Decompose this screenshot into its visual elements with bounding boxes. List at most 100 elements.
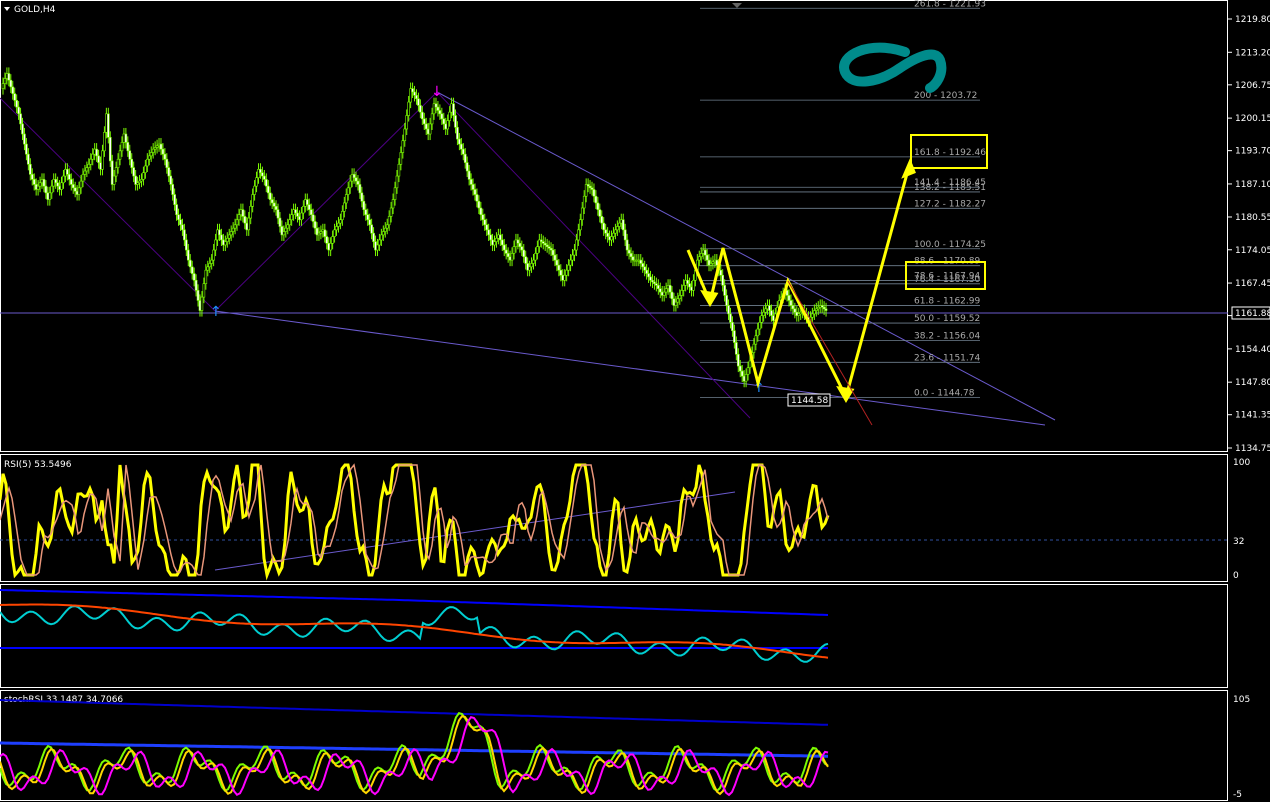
candle-body	[142, 172, 145, 180]
candle-body	[132, 167, 135, 177]
candle-body	[87, 163, 91, 168]
candle-body	[500, 239, 504, 246]
candle-body	[173, 194, 176, 205]
candle-body	[329, 242, 332, 251]
candle-body	[179, 219, 182, 226]
candle-body	[368, 219, 371, 226]
candle-body	[370, 224, 373, 234]
candle-body	[430, 113, 434, 125]
candle-body	[118, 150, 122, 160]
price-axis: 1219.80 1213.20 1206.75 1200.15 1193.70 1187.…	[1228, 15, 1270, 454]
price-tick-label: 1206.75	[1235, 81, 1270, 91]
price-tick-label: 1213.20	[1235, 48, 1270, 58]
candle-body	[247, 217, 251, 231]
candle-body	[458, 138, 461, 145]
candle-body	[530, 263, 533, 268]
candle-body	[183, 229, 186, 241]
candle-body	[697, 256, 701, 261]
candle-body	[791, 305, 795, 310]
candle-body	[446, 120, 449, 130]
candle-body	[36, 185, 40, 190]
candle-body	[510, 253, 514, 261]
candle-body	[337, 222, 340, 227]
candle-body	[362, 200, 366, 210]
dropdown-icon[interactable]	[4, 7, 10, 11]
candle-body	[754, 335, 758, 345]
candle-body	[520, 246, 524, 251]
candle-body	[126, 142, 130, 152]
candle-body	[149, 152, 153, 157]
rsi-title: RSI(5) 53.5496	[4, 460, 72, 470]
price-tick-label: 1193.70	[1235, 147, 1270, 157]
candle-body	[161, 148, 165, 155]
candle-body	[186, 249, 190, 261]
candle-body	[208, 263, 212, 268]
candle-body	[249, 206, 252, 219]
candle-body	[662, 291, 666, 296]
candle-body	[789, 300, 793, 306]
candle-body	[167, 167, 171, 177]
candle-body	[311, 214, 315, 222]
candle-body	[641, 263, 645, 268]
candle-body	[811, 313, 814, 318]
candle-body	[286, 224, 290, 229]
candle-body	[625, 239, 629, 251]
candle-body	[130, 158, 134, 168]
candle-body	[68, 174, 71, 180]
candle-body	[664, 288, 668, 293]
up-arrow-icon: ↑	[210, 304, 222, 320]
candle-body	[397, 163, 401, 177]
candle-body	[237, 214, 241, 221]
candle-body	[366, 214, 370, 221]
candle-body	[89, 158, 93, 165]
candle-body	[768, 305, 771, 311]
panel-frames	[0, 0, 1228, 801]
candle-body	[171, 184, 174, 195]
candle-body	[723, 285, 726, 296]
candle-body	[824, 308, 828, 311]
fib-label: 61.8 - 1162.99	[914, 297, 980, 307]
candle-body	[25, 143, 28, 155]
fib-label: 100.0 - 1174.25	[914, 240, 986, 250]
candle-body	[165, 158, 169, 168]
candle-body	[417, 98, 420, 106]
candle-body	[483, 219, 487, 226]
candle-body	[13, 93, 17, 101]
candle-body	[493, 241, 496, 246]
candle-body	[643, 266, 646, 271]
candle-body	[348, 180, 352, 189]
candle-body	[787, 295, 791, 301]
candle-body	[128, 150, 132, 160]
candle-body	[151, 148, 155, 153]
candle-body	[465, 162, 469, 172]
candle-body	[227, 234, 231, 239]
candle-body	[175, 204, 178, 216]
candle-body	[288, 219, 292, 226]
scroll-marker-icon	[732, 3, 742, 8]
price-tick-label: 1219.80	[1235, 15, 1270, 25]
fib-label: 0.0 - 1144.78	[914, 388, 975, 398]
current-price-label: 1161.88	[1235, 309, 1270, 319]
candle-body	[268, 192, 272, 200]
candle-body	[200, 296, 204, 311]
candle-body	[419, 105, 422, 113]
candle-body	[399, 152, 403, 165]
candle-body	[762, 311, 765, 316]
candle-body	[48, 192, 52, 200]
band-upper	[0, 589, 829, 616]
candle-body	[9, 79, 13, 88]
band-signal-line	[0, 603, 829, 659]
candle-body	[335, 226, 338, 231]
candle-body	[290, 214, 293, 221]
fib-label: 50.0 - 1159.52	[914, 314, 980, 324]
candle-body	[331, 236, 334, 244]
candle-body	[364, 209, 368, 216]
candle-body	[575, 239, 578, 251]
chart-area[interactable]: GOLD,H4 1219.80 1213.20 1206.75 1200.15 1193…	[0, 0, 1270, 802]
candle-body	[647, 273, 650, 278]
candle-body	[270, 199, 274, 204]
candle-body	[56, 182, 59, 187]
candle-body	[407, 101, 410, 116]
trend-lines	[0, 91, 1228, 426]
candle-body	[97, 155, 100, 163]
